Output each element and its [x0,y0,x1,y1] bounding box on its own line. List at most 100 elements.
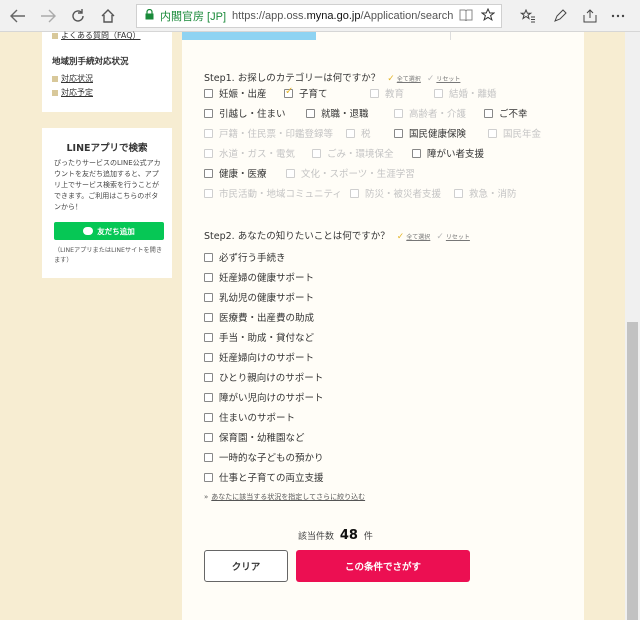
checkbox-label: 子育て [299,89,328,100]
checkbox-label: 手当・助成・貸付など [219,333,315,344]
tab-strip [182,32,584,40]
category-checkbox: 高齢者・介護 [394,106,466,120]
category-checkbox[interactable]: 健康・医療 [204,166,267,180]
search-button[interactable]: この条件でさがす [296,550,470,582]
checkbox-box[interactable] [484,108,493,118]
checkbox-label: 教育 [385,89,405,100]
line-add-friend-button[interactable]: 友だち追加 [54,222,164,240]
checkbox-label: 文化・スポーツ・生涯学習 [301,169,415,180]
reading-view-icon[interactable] [459,9,473,24]
checkbox-box[interactable] [204,452,213,462]
checkbox-box [312,148,321,158]
topic-checkbox[interactable]: 妊産婦の健康サポート [204,270,314,284]
favorites-icon[interactable] [516,4,540,28]
checkbox-box [204,188,213,198]
checkbox-box[interactable] [284,86,293,98]
tab-active-indicator [182,32,316,40]
checkbox-label: 防災・被災者支援 [365,189,442,200]
category-checkbox: 税 [346,126,371,140]
checkbox-box[interactable] [204,332,213,342]
checkbox-label: 医療費・出産費の助成 [219,313,315,324]
double-chevron-icon: » [204,493,209,501]
page-scrollbar[interactable] [625,32,640,620]
more-menu-icon[interactable] [606,4,630,28]
step1-select-all[interactable]: 全て選択 [397,76,421,83]
checkbox-box[interactable] [204,412,213,422]
checkbox-label: 高齢者・介護 [409,109,467,120]
checkbox-box[interactable] [204,352,213,362]
topic-checkbox[interactable]: 乳幼児の健康サポート [204,290,314,304]
category-checkbox[interactable]: ご不幸 [484,106,528,120]
checkbox-box[interactable] [306,108,315,118]
checkbox-box [488,128,497,138]
checkbox-box[interactable] [204,372,213,382]
category-checkbox[interactable]: 子育て [284,86,328,100]
checkbox-label: 保育園・幼稚園など [219,433,305,444]
narrow-down-link[interactable]: » あなたに該当する状況を指定してさらに絞り込む [204,492,365,502]
topic-checkbox[interactable]: 住まいのサポート [204,410,295,424]
faq-link[interactable]: よくある質問（FAQ） [52,30,141,41]
checkbox-label: 国民年金 [503,129,542,140]
topic-checkbox[interactable]: 必ず行う手続き [204,250,286,264]
region-heading: 地域別手続対応状況 [52,57,129,67]
site-identity: 内閣官房 [JP] [160,11,227,23]
checkbox-box[interactable] [204,108,213,118]
topic-checkbox[interactable]: 保育園・幼稚園など [204,430,305,444]
checkbox-label: 障がい者支援 [427,149,485,160]
result-count: 該当件数 48 件 [298,528,373,543]
topic-checkbox[interactable]: 一時的な子どもの預かり [204,450,324,464]
topic-checkbox[interactable]: ひとり親向けのサポート [204,370,323,384]
step2-select-all[interactable]: 全て選択 [406,234,430,241]
search-panel: Step1. お探しのカテゴリーは何ですか？ ✓ 全て選択 ✓ リセット 妊娠・出産… [182,32,584,620]
topic-checkbox[interactable]: 障がい児向けのサポート [204,390,324,404]
checkbox-box[interactable] [204,168,213,178]
category-checkbox[interactable]: 引越し・住まい [204,106,286,120]
step2-reset[interactable]: リセット [446,234,470,241]
refresh-icon[interactable] [66,4,90,28]
tab-divider [450,32,451,40]
checkbox-label: 戸籍・住民票・印鑑登録等 [219,129,334,140]
step1-reset[interactable]: リセット [436,76,460,83]
address-bar[interactable]: 内閣官房 [JP] https://app.oss.myna.go.jp/App… [136,4,502,28]
clear-button[interactable]: クリア [204,550,288,582]
category-checkbox: 結婚・離婚 [434,86,497,100]
checkbox-box[interactable] [394,128,403,138]
category-checkbox[interactable]: 障がい者支援 [412,146,484,160]
topic-checkbox[interactable]: 手当・助成・貸付など [204,330,314,344]
checkbox-label: ひとり親向けのサポート [219,373,324,384]
topic-checkbox[interactable]: 妊産婦向けのサポート [204,350,314,364]
checkbox-box[interactable] [204,272,213,282]
share-icon[interactable] [578,4,602,28]
checkbox-box[interactable] [204,312,213,322]
checkbox-box[interactable] [204,432,213,442]
checkbox-box[interactable] [412,148,421,158]
back-icon[interactable] [6,4,30,28]
topic-checkbox[interactable]: 医療費・出産費の助成 [204,310,314,324]
checkbox-box[interactable] [204,88,213,98]
favorite-star-icon[interactable] [480,7,496,25]
checkbox-box[interactable] [204,292,213,302]
checkbox-box[interactable] [204,472,213,482]
forward-icon[interactable] [36,4,60,28]
status-link-planned[interactable]: 対応予定 [52,87,93,98]
checkmark-icon: ✓ [436,232,444,242]
checkbox-box [454,188,463,198]
topic-checkbox[interactable]: 仕事と子育ての両立支援 [204,470,324,484]
category-checkbox: 防災・被災者支援 [350,186,441,200]
checkbox-box[interactable] [204,392,213,402]
checkbox-box[interactable] [204,252,213,262]
step1-heading: Step1. お探しのカテゴリーは何ですか？ ✓ 全て選択 ✓ リセット [204,73,461,84]
checkbox-box [286,168,295,178]
notes-pen-icon[interactable] [548,4,572,28]
category-checkbox: 市民活動・地域コミュニティ [204,186,342,200]
checkbox-label: 引越し・住まい [219,109,286,120]
category-checkbox: 教育 [370,86,404,100]
status-link-current[interactable]: 対応状況 [52,73,93,84]
category-checkbox[interactable]: 就職・退職 [306,106,369,120]
home-icon[interactable] [96,4,120,28]
checkbox-label: 妊娠・出産 [219,89,267,100]
checkbox-box [350,188,359,198]
category-checkbox[interactable]: 妊娠・出産 [204,86,267,100]
category-checkbox[interactable]: 国民健康保険 [394,126,466,140]
scrollbar-thumb[interactable] [627,322,638,620]
